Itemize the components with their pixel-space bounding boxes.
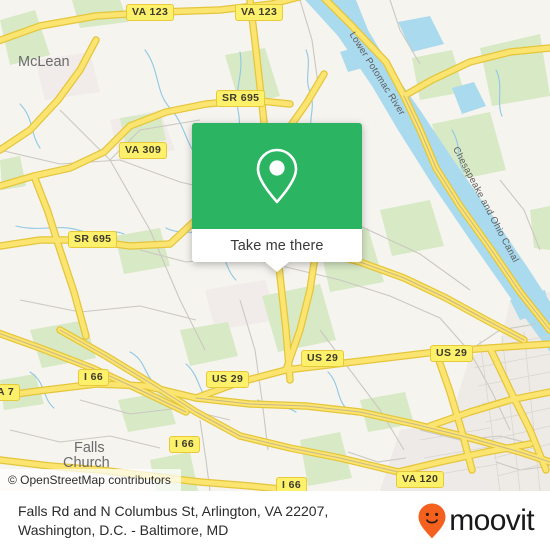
road-shield: SR 695 (68, 231, 118, 248)
osm-attribution[interactable]: © OpenStreetMap contributors (0, 469, 181, 491)
take-me-there-callout[interactable]: Take me there (192, 123, 362, 272)
road-shield: VA 123 (126, 4, 175, 21)
road-shield: I 66 (78, 369, 110, 386)
map-canvas[interactable]: McLean Falls Church Lower Potomac River … (0, 0, 550, 491)
road-shield: VA 309 (119, 142, 168, 159)
road-shield: US 29 (301, 350, 345, 367)
callout-tail (265, 262, 289, 272)
map-pin-icon (256, 148, 298, 204)
location-description: Falls Rd and N Columbus St, Arlington, V… (18, 502, 328, 540)
moovit-logo[interactable]: moovit (417, 502, 535, 540)
location-line-1: Falls Rd and N Columbus St, Arlington, V… (18, 502, 329, 519)
road-shield: VA 120 (396, 471, 445, 488)
callout-action-panel[interactable]: Take me there (192, 229, 362, 272)
road-shield: I 66 (169, 436, 201, 453)
road-shield: SR 695 (216, 90, 266, 107)
callout-icon-panel (192, 123, 362, 229)
map-city-label: McLean (18, 54, 70, 70)
location-line-2: Washington, D.C. - Baltimore, MD (18, 521, 229, 538)
road-shield: A 7 (0, 384, 21, 401)
moovit-wordmark: moovit (449, 503, 534, 537)
take-me-there-label: Take me there (230, 237, 324, 254)
road-shield: VA 123 (235, 4, 284, 21)
road-shield: US 29 (430, 345, 474, 362)
moovit-pin-icon (418, 503, 446, 538)
road-shield: I 66 (276, 477, 308, 491)
map-share-card: McLean Falls Church Lower Potomac River … (0, 0, 550, 550)
road-shield: US 29 (206, 371, 250, 388)
footer-bar: Falls Rd and N Columbus St, Arlington, V… (0, 491, 550, 550)
